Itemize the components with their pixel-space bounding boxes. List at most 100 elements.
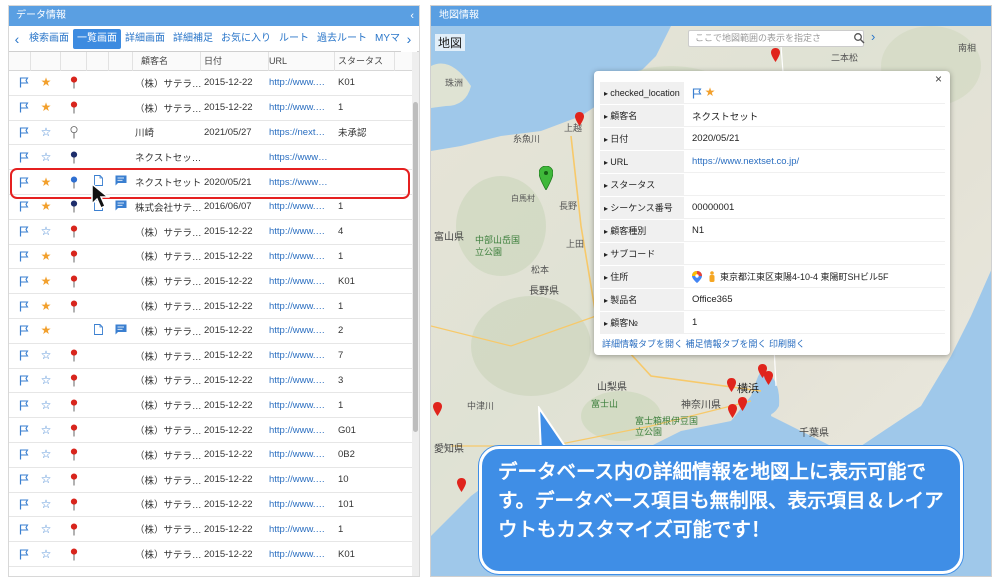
flag-icon[interactable] [9, 474, 31, 485]
cell-url[interactable]: https://www… [269, 152, 335, 163]
popup-field-label[interactable]: 住所 [600, 265, 684, 288]
map-marker-icon[interactable] [728, 404, 737, 418]
star-icon[interactable]: ☆ [31, 225, 61, 238]
column-header-name[interactable]: 顧客名 [133, 51, 201, 71]
map-view[interactable]: 地図 ここで地図範囲の表示を指定さ › 珠洲 糸魚川 白馬村 中部山岳国立公園 … [431, 26, 991, 576]
cell-url[interactable]: http://www.… [269, 549, 335, 560]
star-icon[interactable]: ★ [31, 250, 61, 263]
map-marker-icon[interactable] [433, 402, 442, 416]
table-row[interactable]: ★ 株式会社サテ… 2016/06/07 http://www.… 1 [9, 195, 419, 220]
tab-2[interactable]: 詳細画面 [121, 29, 169, 49]
table-row[interactable]: ☆ （株）サテラ… 2015-12-22 http://www.… 10 [9, 468, 419, 493]
map-pin-icon[interactable] [61, 473, 87, 486]
popup-field-label[interactable]: URL [600, 150, 684, 173]
table-row[interactable]: ☆ （株）サテラ… 2015-12-22 http://www.… 1 [9, 393, 419, 419]
map-pin-icon[interactable] [61, 151, 87, 164]
column-header-date[interactable]: 日付 [201, 51, 269, 71]
flag-icon[interactable] [9, 177, 31, 188]
map-pin-icon[interactable] [61, 176, 87, 189]
table-row[interactable]: ★ （株）サテラ… 2015-12-22 http://www.… K01 [9, 269, 419, 295]
table-row[interactable]: ★ ネクストセット 2020/05/21 https://www… [9, 170, 419, 195]
cell-url[interactable]: http://www.… [269, 400, 335, 411]
chevron-left-icon[interactable]: ‹ [410, 6, 414, 26]
tab-6[interactable]: 過去ルート [313, 29, 371, 49]
tab-scroll-left-icon[interactable]: ‹ [9, 26, 25, 52]
cell-url[interactable]: http://www.… [269, 350, 335, 361]
tab-3[interactable]: 詳細補足 [169, 29, 217, 49]
map-pin-icon[interactable] [61, 275, 87, 288]
table-row[interactable]: ★ （株）サテラ… 2015-12-22 http://www.… 1 [9, 245, 419, 270]
column-header-status[interactable]: スタータス [335, 51, 395, 71]
scrollbar-thumb[interactable] [413, 102, 418, 432]
table-row[interactable]: ☆ （株）サテラ… 2015-12-22 http://www.… 0B2 [9, 443, 419, 468]
cell-url[interactable]: http://www.… [269, 226, 335, 237]
cell-url[interactable]: http://www.… [269, 325, 335, 336]
star-icon[interactable]: ☆ [31, 424, 61, 437]
map-pin-icon[interactable] [61, 349, 87, 362]
map-search-next-icon[interactable]: › [871, 29, 875, 44]
map-pin-icon[interactable] [61, 76, 87, 89]
flag-icon[interactable] [9, 127, 31, 138]
map-marker-icon[interactable] [771, 48, 780, 62]
map-pin-icon[interactable] [61, 399, 87, 412]
cell-url[interactable]: http://www.… [269, 276, 335, 287]
map-pin-icon[interactable] [61, 374, 87, 387]
tab-0[interactable]: 検索画面 [25, 29, 73, 49]
tab-7[interactable]: MYマ [371, 29, 404, 49]
map-pin-icon[interactable] [61, 200, 87, 213]
table-row[interactable]: ★ （株）サテラ… 2015-12-22 http://www.… 2 [9, 319, 419, 344]
popup-field-label[interactable]: 顧客№ [600, 311, 684, 334]
cell-url[interactable]: https://www… [269, 177, 335, 188]
popup-field-label[interactable]: スタータス [600, 173, 684, 196]
star-icon[interactable]: ★ [31, 76, 61, 89]
star-icon[interactable]: ★ [31, 200, 61, 213]
tab-1[interactable]: 一覧画面 [73, 28, 121, 49]
popup-field-label[interactable]: 顧客名 [600, 104, 684, 127]
star-icon[interactable]: ★ [31, 324, 61, 337]
table-row[interactable]: ☆ （株）サテラ… 2015-12-22 http://www.… 4 [9, 220, 419, 245]
flag-icon[interactable] [9, 524, 31, 535]
table-row[interactable]: ☆ ネクストセッ… https://www… [9, 145, 419, 171]
map-pin-icon[interactable] [61, 448, 87, 461]
tab-4[interactable]: お気に入り [217, 29, 275, 49]
star-icon[interactable]: ★ [31, 176, 61, 189]
map-pin-icon[interactable] [61, 101, 87, 114]
cell-url[interactable]: http://www.… [269, 251, 335, 262]
cell-url[interactable]: http://www.… [269, 524, 335, 535]
map-marker-icon[interactable] [727, 378, 736, 392]
table-row[interactable]: ☆ （株）サテラ… 2015-12-22 http://www.… K01 [9, 542, 419, 567]
flag-icon[interactable] [9, 400, 31, 411]
table-row[interactable]: ☆ （株）サテラ… 2015-12-22 http://www.… 1 [9, 517, 419, 543]
star-icon[interactable]: ☆ [31, 498, 61, 511]
star-icon[interactable]: ☆ [31, 151, 61, 164]
map-marker-icon[interactable] [457, 478, 466, 492]
cell-url[interactable]: http://www.… [269, 474, 335, 485]
flag-icon[interactable] [9, 424, 31, 436]
map-marker-icon[interactable] [764, 371, 773, 385]
star-icon[interactable]: ☆ [31, 523, 61, 536]
star-icon[interactable]: ★ [31, 101, 61, 114]
map-pin-icon[interactable] [61, 250, 87, 263]
flag-icon[interactable] [9, 77, 31, 88]
flag-icon[interactable] [9, 251, 31, 262]
flag-icon[interactable] [9, 102, 31, 113]
popup-field-label[interactable]: シーケンス番号 [600, 196, 684, 219]
table-row[interactable]: ☆ （株）サテラ… 2015-12-22 http://www.… 3 [9, 369, 419, 394]
popup-field-label[interactable]: 日付 [600, 127, 684, 150]
star-icon[interactable]: ★ [31, 275, 61, 288]
table-row[interactable]: ★ （株）サテラ… 2015-12-22 http://www.… 1 [9, 294, 419, 319]
flag-icon[interactable] [9, 350, 31, 361]
search-icon[interactable] [853, 32, 865, 44]
star-icon[interactable]: ☆ [31, 399, 61, 412]
map-search-input[interactable]: ここで地図範囲の表示を指定さ [688, 30, 864, 47]
cell-url[interactable]: http://www.… [269, 301, 335, 312]
cell-url[interactable]: http://www.… [269, 425, 335, 436]
popup-field-label[interactable]: 顧客種別 [600, 219, 684, 242]
google-maps-icon[interactable] [692, 270, 702, 283]
cell-url[interactable]: http://www.… [269, 375, 335, 386]
star-icon[interactable]: ☆ [31, 473, 61, 486]
map-pin-icon[interactable] [61, 548, 87, 561]
table-row[interactable]: ★ （株）サテラ… 2015-12-22 http://www.… K01 [9, 71, 419, 96]
map-marker-icon[interactable] [575, 112, 584, 126]
map-marker-icon[interactable] [738, 397, 747, 411]
